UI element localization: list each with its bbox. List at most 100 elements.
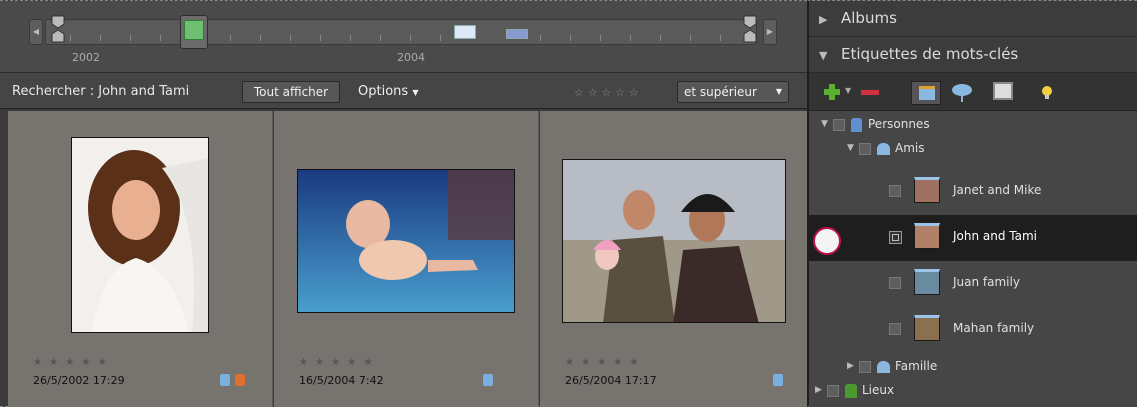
timeline-tick — [320, 35, 321, 41]
tag-label: Lieux — [862, 383, 895, 397]
timeline-tick — [600, 35, 601, 41]
star-icon[interactable]: ☆ — [629, 86, 639, 99]
tag-icon — [220, 374, 230, 386]
tag-thumbnail — [914, 177, 940, 203]
timeline-bar[interactable] — [506, 29, 528, 39]
tag-share-icon[interactable] — [951, 83, 973, 103]
timeline-bar[interactable] — [454, 25, 476, 39]
tag-icon — [483, 374, 493, 386]
timeline-marker-fill — [184, 20, 204, 40]
rating-filter-select[interactable]: et supérieur ▼ — [677, 81, 789, 103]
timeline-tick — [160, 35, 161, 41]
chevron-down-icon: ▼ — [775, 87, 782, 96]
chevron-down-icon[interactable]: ▼ — [845, 86, 851, 95]
show-all-button[interactable]: Tout afficher — [242, 81, 340, 103]
tag-thumbnail — [914, 269, 940, 295]
timeline-tick — [690, 35, 691, 41]
tag-icon — [773, 374, 783, 386]
albums-title: Albums — [841, 9, 897, 27]
timeline-tick — [260, 35, 261, 41]
organize-panel: ▶ Albums ▼ Etiquettes de mots-clés ▼ ▼ P… — [807, 0, 1137, 407]
photo-rating[interactable]: ★ ★ ★ ★ ★ — [299, 357, 375, 368]
rating-stars-filter[interactable]: ☆ ☆ ☆ ☆ ☆ — [574, 85, 639, 99]
timeline: ◀ ▶ 2002 2004 — [0, 1, 807, 73]
rating-filter-value: et supérieur — [684, 85, 757, 99]
collapse-arrow-icon[interactable]: ▼ — [821, 119, 828, 129]
photo-date: 26/5/2002 17:29 — [33, 374, 125, 387]
photo-thumbnail[interactable] — [297, 169, 515, 313]
tag-checkbox[interactable] — [889, 323, 901, 335]
timeline-right-arrow[interactable]: ▶ — [763, 19, 777, 45]
tag-checkbox[interactable] — [859, 143, 871, 155]
timeline-tick — [410, 35, 411, 41]
timeline-tick — [70, 35, 71, 41]
lightbulb-icon[interactable] — [1041, 85, 1053, 101]
callout-circle — [813, 227, 841, 255]
timeline-tick — [230, 35, 231, 41]
tag-label: Personnes — [868, 117, 930, 131]
keyword-tag-tree: ▼ Personnes ▼ Amis Janet and Mike John a… — [809, 111, 1137, 407]
search-bar: Rechercher : John and Tami Tout afficher… — [0, 73, 807, 109]
collapse-arrow-icon[interactable]: ▼ — [819, 49, 827, 62]
edit-tag-icon — [919, 86, 935, 100]
photo-thumbnail[interactable] — [562, 159, 786, 323]
edit-tag-button[interactable] — [911, 81, 941, 105]
tag-checkbox[interactable] — [889, 185, 901, 197]
tree-item-family[interactable]: ▶ Famille — [809, 359, 1137, 379]
star-icon[interactable]: ☆ — [574, 86, 584, 99]
photo-cell[interactable]: ★ ★ ★ ★ ★ 26/5/2002 17:29 — [8, 111, 273, 407]
timeline-tick — [540, 35, 541, 41]
photo-cell[interactable]: ★ ★ ★ ★ ★ 16/5/2004 7:42 — [274, 111, 539, 407]
media-browser: ◀ ▶ 2002 2004 Rechercher: John and Tami… — [0, 0, 807, 407]
baby-underwater-photo — [298, 170, 514, 312]
tag-row-selected[interactable]: John and Tami — [809, 215, 1137, 261]
tag-thumbnail — [914, 315, 940, 341]
search-query-label: Rechercher : John and Tami — [12, 84, 190, 99]
tag-checkbox[interactable] — [833, 119, 845, 131]
partial-check-icon — [892, 234, 899, 241]
timeline-left-arrow[interactable]: ◀ — [29, 19, 43, 45]
photo-date: 26/5/2004 17:17 — [565, 374, 657, 387]
expand-arrow-icon[interactable]: ▶ — [815, 385, 822, 395]
expand-arrow-icon[interactable]: ▶ — [819, 13, 827, 26]
image-tag-icon[interactable] — [993, 82, 1013, 100]
tag-checkbox[interactable] — [827, 385, 839, 397]
add-tag-icon[interactable] — [823, 83, 841, 101]
collapse-arrow-icon[interactable]: ▼ — [847, 143, 854, 153]
timeline-end-handle[interactable] — [742, 14, 758, 44]
remove-tag-icon[interactable] — [861, 90, 879, 95]
photo-rating[interactable]: ★ ★ ★ ★ ★ — [33, 357, 109, 368]
photo-cell[interactable]: ★ ★ ★ ★ ★ 26/5/2004 17:17 — [540, 111, 807, 407]
tag-checkbox[interactable] — [889, 277, 901, 289]
star-icon[interactable]: ☆ — [588, 86, 598, 99]
tag-label: Janet and Mike — [953, 183, 1042, 197]
tag-checkbox[interactable] — [859, 361, 871, 373]
tag-thumbnail — [914, 223, 940, 249]
star-icon[interactable]: ☆ — [601, 86, 611, 99]
bride-photo — [72, 138, 208, 332]
places-icon — [845, 384, 857, 398]
albums-header[interactable]: ▶ Albums — [809, 1, 1137, 37]
tag-label: Amis — [895, 141, 925, 155]
tag-label: John and Tami — [953, 229, 1038, 243]
tag-row[interactable]: Juan family — [809, 261, 1137, 307]
expand-arrow-icon[interactable]: ▶ — [847, 361, 854, 371]
tag-row[interactable]: Janet and Mike — [809, 169, 1137, 215]
tag-checkbox-partial[interactable] — [889, 231, 902, 244]
photo-thumbnail[interactable] — [71, 137, 209, 333]
tree-item-friends[interactable]: ▼ Amis — [809, 141, 1137, 161]
timeline-marker[interactable] — [180, 15, 208, 49]
star-icon[interactable]: ☆ — [615, 86, 625, 99]
timeline-tick — [660, 35, 661, 41]
photo-date: 16/5/2004 7:42 — [299, 374, 384, 387]
options-menu[interactable]: Options ▼ — [358, 84, 418, 99]
category-icon — [851, 118, 862, 132]
tag-row[interactable]: Mahan family — [809, 307, 1137, 353]
timeline-start-handle[interactable] — [50, 14, 66, 44]
lock-icon — [235, 374, 245, 386]
photo-rating[interactable]: ★ ★ ★ ★ ★ — [565, 357, 641, 368]
tree-item-people[interactable]: ▼ Personnes — [809, 117, 1137, 137]
timeline-track[interactable] — [45, 19, 757, 45]
keyword-tags-header[interactable]: ▼ Etiquettes de mots-clés — [809, 37, 1137, 73]
tree-item-places[interactable]: ▶ Lieux — [809, 383, 1137, 403]
